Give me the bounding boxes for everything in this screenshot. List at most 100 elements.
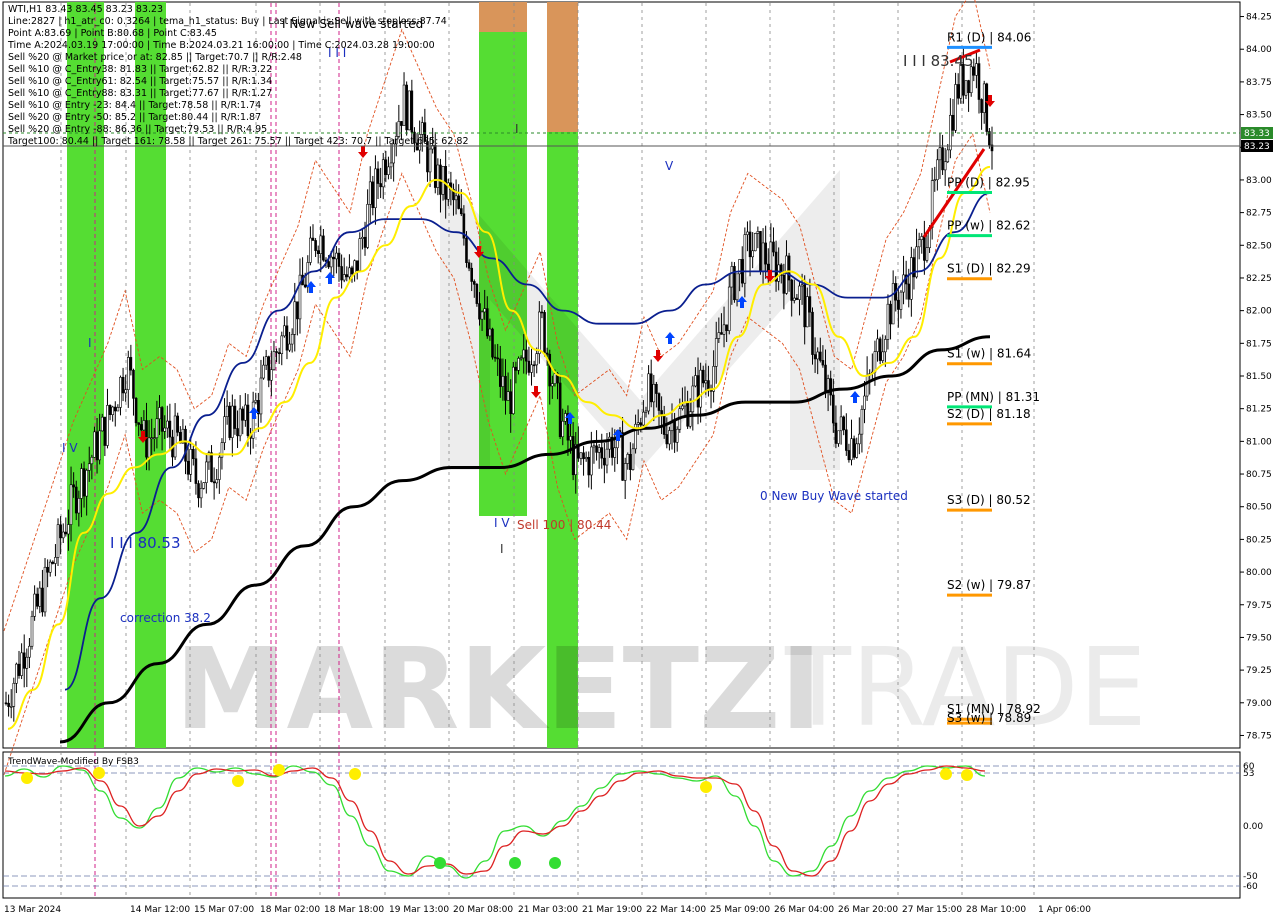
x-tick-label: 22 Mar 14:00 bbox=[646, 905, 706, 915]
candle-body bbox=[233, 405, 237, 429]
candle-body bbox=[496, 357, 499, 360]
candle-body bbox=[33, 593, 36, 617]
candle-body bbox=[493, 356, 497, 359]
candle-body bbox=[205, 461, 208, 484]
candle-body bbox=[530, 364, 533, 373]
candle-body bbox=[82, 468, 86, 497]
candle-body bbox=[540, 311, 544, 314]
candle-body bbox=[647, 373, 650, 412]
y-tick-label: 81.75 bbox=[1246, 339, 1272, 349]
candle-body bbox=[387, 166, 390, 175]
subpanel-title: TrendWave-Modified By FSB3 bbox=[7, 757, 139, 767]
candle-body bbox=[296, 301, 299, 320]
candle-body bbox=[551, 383, 554, 387]
candle-body bbox=[397, 121, 401, 137]
candle-body bbox=[223, 416, 226, 443]
candle-body bbox=[56, 524, 60, 558]
candle-body bbox=[600, 447, 604, 459]
candle-body bbox=[878, 338, 882, 361]
y-tick-label: 84.00 bbox=[1246, 45, 1272, 55]
candle-body bbox=[54, 557, 57, 564]
candle-body bbox=[259, 377, 263, 415]
candle-body bbox=[376, 168, 380, 184]
candle-body bbox=[595, 445, 598, 453]
level-label: S3 (w) | 78.89 bbox=[947, 711, 1031, 725]
candle-body bbox=[488, 328, 492, 337]
candle-body bbox=[569, 436, 572, 441]
candle-body bbox=[673, 420, 676, 443]
candle-body bbox=[384, 159, 388, 175]
candle-body bbox=[930, 180, 934, 228]
candle-body bbox=[87, 463, 91, 471]
candle-body bbox=[293, 301, 297, 335]
candle-body bbox=[51, 561, 55, 564]
candle-body bbox=[545, 352, 549, 355]
candle-body bbox=[48, 561, 52, 573]
y-tick-label: 80.00 bbox=[1246, 568, 1272, 578]
candle-body bbox=[501, 375, 505, 387]
candle-body bbox=[891, 283, 895, 325]
candle-body bbox=[465, 237, 468, 263]
candle-body bbox=[964, 80, 968, 96]
candle-body bbox=[241, 408, 245, 421]
candle-body bbox=[72, 484, 75, 488]
y-tick-label: 79.25 bbox=[1246, 666, 1272, 676]
candle-body bbox=[22, 652, 26, 669]
sell-zone-top bbox=[479, 2, 527, 32]
candle-body bbox=[977, 63, 981, 100]
candle-body bbox=[363, 236, 367, 248]
candle-body bbox=[345, 274, 349, 278]
candle-body bbox=[225, 405, 229, 417]
osc-peak-dot bbox=[93, 767, 105, 779]
candle-body bbox=[480, 311, 484, 320]
candle-body bbox=[163, 427, 166, 432]
candle-body bbox=[184, 428, 187, 462]
osc-trough-dot bbox=[434, 857, 446, 869]
candle-body bbox=[457, 195, 460, 209]
candle-body bbox=[152, 437, 156, 440]
candle-body bbox=[173, 415, 177, 458]
sell-target-label: Sell 100 | 80.44 bbox=[517, 518, 611, 532]
point-c-label: I I I 83.45 bbox=[903, 52, 974, 70]
candle-body bbox=[17, 663, 21, 676]
info-line: Target100: 80.44 || Target 161: 78.58 ||… bbox=[7, 136, 469, 147]
candle-body bbox=[631, 448, 635, 470]
candle-body bbox=[811, 311, 814, 355]
candle-body bbox=[210, 452, 213, 483]
x-tick-label: 21 Mar 19:00 bbox=[582, 905, 642, 915]
candle-body bbox=[314, 240, 317, 251]
osc-peak-dot bbox=[961, 769, 973, 781]
i-mark: I bbox=[88, 336, 92, 350]
candle-body bbox=[67, 524, 70, 535]
osc-peak-dot bbox=[349, 768, 361, 780]
candle-body bbox=[808, 296, 812, 313]
candle-body bbox=[303, 284, 307, 288]
candle-body bbox=[772, 241, 775, 253]
candle-body bbox=[956, 84, 960, 99]
candle-body bbox=[897, 299, 900, 310]
candle-body bbox=[218, 456, 221, 480]
candle-body bbox=[491, 328, 494, 358]
candle-body bbox=[751, 250, 754, 258]
y-tick-label: 84.25 bbox=[1246, 13, 1272, 23]
candle-body bbox=[319, 235, 323, 255]
candle-body bbox=[954, 84, 957, 131]
candle-body bbox=[756, 231, 760, 234]
candle-body bbox=[158, 407, 161, 420]
candle-body bbox=[876, 338, 879, 352]
candle-body bbox=[119, 376, 122, 408]
candle-body bbox=[522, 349, 526, 359]
candle-body bbox=[917, 239, 921, 248]
candle-body bbox=[132, 369, 135, 399]
y-tick-label: 82.50 bbox=[1246, 241, 1272, 251]
candle-body bbox=[925, 247, 929, 261]
y-tick-label: 79.00 bbox=[1246, 699, 1272, 709]
y-tick-label: 80.25 bbox=[1246, 535, 1272, 545]
candle-body bbox=[574, 444, 578, 476]
osc-peak-dot bbox=[940, 768, 952, 780]
candle-body bbox=[720, 332, 723, 335]
x-tick-label: 26 Mar 20:00 bbox=[838, 905, 898, 915]
price-axis: 84.2584.0083.7583.5083.2583.0082.7582.50… bbox=[1240, 13, 1272, 741]
y-tick-label: 83.75 bbox=[1246, 78, 1272, 88]
candle-body bbox=[936, 159, 939, 181]
